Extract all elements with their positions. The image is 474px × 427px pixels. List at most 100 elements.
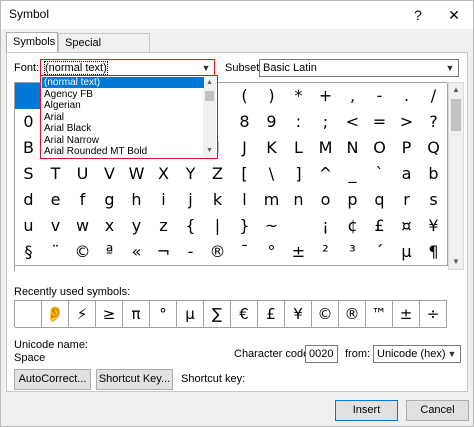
symbol-cell[interactable]: b <box>420 161 448 188</box>
symbol-cell[interactable]: m <box>258 187 286 214</box>
tab-special-characters[interactable]: Special Characters <box>58 33 150 68</box>
symbol-cell[interactable]: ± <box>285 239 313 266</box>
symbol-cell[interactable]: ¶ <box>420 239 448 266</box>
symbol-cell[interactable]: V <box>96 161 124 188</box>
symbol-cell[interactable]: 8 <box>231 109 259 136</box>
symbol-cell[interactable]: ³ <box>339 239 367 266</box>
symbol-cell[interactable]: j <box>177 187 205 214</box>
symbol-cell[interactable]: ª <box>96 239 124 266</box>
symbol-cell[interactable]: O <box>366 135 394 162</box>
scroll-up-icon[interactable]: ▲ <box>449 83 463 97</box>
recent-symbols[interactable]: 👂 ⚡ ≥ π ° µ ∑ € £ ¥ © ® ™ ± ÷ <box>14 300 447 328</box>
symbol-cell[interactable]: _ <box>339 161 367 188</box>
symbol-cell[interactable]: ¢ <box>339 213 367 240</box>
symbol-cell[interactable]: ¯ <box>231 239 259 266</box>
recent-symbol-cell[interactable]: £ <box>258 301 285 328</box>
symbol-cell[interactable]: + <box>312 83 340 110</box>
symbol-cell[interactable]: Z <box>204 161 232 188</box>
recent-symbol-cell[interactable]: ⚡ <box>69 301 96 328</box>
recent-symbol-cell[interactable]: © <box>312 301 339 328</box>
scroll-up-icon[interactable]: ▲ <box>203 77 216 89</box>
font-list-item[interactable]: Algerian <box>42 100 204 111</box>
symbol-cell[interactable]: ´ <box>366 239 394 266</box>
recent-symbol-cell[interactable]: € <box>231 301 258 328</box>
recent-symbol-cell[interactable]: ° <box>150 301 177 328</box>
scroll-down-icon[interactable]: ▼ <box>449 255 463 269</box>
symbol-cell[interactable]: v <box>42 213 70 240</box>
recent-symbol-cell[interactable]: ÷ <box>420 301 447 328</box>
symbol-cell[interactable]: < <box>339 109 367 136</box>
autocorrect-button[interactable]: AutoCorrect... <box>14 369 91 390</box>
help-button[interactable]: ? <box>403 3 433 27</box>
symbol-cell[interactable]: > <box>393 109 421 136</box>
symbol-cell[interactable] <box>15 83 43 110</box>
scroll-thumb[interactable] <box>205 91 214 101</box>
symbol-cell[interactable]: x <box>96 213 124 240</box>
symbol-cell[interactable]: « <box>123 239 151 266</box>
symbol-cell[interactable]: µ <box>393 239 421 266</box>
symbol-cell[interactable]: w <box>69 213 97 240</box>
symbol-cell[interactable]: l <box>231 187 259 214</box>
symbol-cell[interactable]: Q <box>420 135 448 162</box>
symbol-cell[interactable]: ~ <box>258 213 286 240</box>
symbol-cell[interactable]: ] <box>285 161 313 188</box>
symbol-cell[interactable]: d <box>15 187 43 214</box>
recent-symbol-cell[interactable]: ¥ <box>285 301 312 328</box>
symbol-cell[interactable]: ¤ <box>393 213 421 240</box>
symbol-cell[interactable]: ¥ <box>420 213 448 240</box>
symbol-cell[interactable]: n <box>285 187 313 214</box>
symbol-cell[interactable]: ¨ <box>42 239 70 266</box>
recent-symbol-cell[interactable]: ™ <box>366 301 393 328</box>
symbol-cell[interactable]: [ <box>231 161 259 188</box>
insert-button[interactable]: Insert <box>335 400 398 421</box>
symbol-cell[interactable]: ? <box>420 109 448 136</box>
symbol-cell[interactable]: £ <box>366 213 394 240</box>
font-list-item[interactable]: Arial Rounded MT Bold <box>42 146 204 157</box>
symbol-cell[interactable]: - <box>177 239 205 266</box>
symbol-grid-scrollbar[interactable]: ▲ ▼ <box>448 82 464 270</box>
symbol-cell[interactable]: ¬ <box>150 239 178 266</box>
close-button[interactable]: ✕ <box>439 3 469 27</box>
symbol-cell[interactable]: P <box>393 135 421 162</box>
scroll-down-icon[interactable]: ▼ <box>203 145 216 157</box>
symbol-cell[interactable]: | <box>204 213 232 240</box>
symbol-cell[interactable]: 9 <box>258 109 286 136</box>
symbol-cell[interactable]: ® <box>204 239 232 266</box>
symbol-cell[interactable]: z <box>150 213 178 240</box>
symbol-cell[interactable]: , <box>339 83 367 110</box>
symbol-cell[interactable]: { <box>177 213 205 240</box>
symbol-cell[interactable]: / <box>420 83 448 110</box>
symbol-cell[interactable]: y <box>123 213 151 240</box>
recent-symbol-cell[interactable]: ∑ <box>204 301 231 328</box>
symbol-cell[interactable]: s <box>420 187 448 214</box>
symbol-cell[interactable]: T <box>42 161 70 188</box>
font-dropdown-list[interactable]: ▲ ▼ (normal text) Agency FB Algerian Arial A… <box>40 75 218 159</box>
recent-symbol-cell[interactable]: ≥ <box>96 301 123 328</box>
symbol-cell[interactable]: \ <box>258 161 286 188</box>
symbol-cell[interactable]: u <box>15 213 43 240</box>
symbol-cell[interactable]: e <box>42 187 70 214</box>
symbol-cell[interactable]: i <box>150 187 178 214</box>
symbol-cell[interactable]: h <box>123 187 151 214</box>
symbol-cell[interactable]: L <box>285 135 313 162</box>
chevron-down-icon[interactable]: ▼ <box>442 60 458 76</box>
symbol-cell[interactable]: f <box>69 187 97 214</box>
symbol-cell[interactable]: a <box>393 161 421 188</box>
scroll-thumb[interactable] <box>451 99 461 131</box>
recent-symbol-cell[interactable]: µ <box>177 301 204 328</box>
symbol-cell[interactable]: ¡ <box>312 213 340 240</box>
symbol-cell[interactable]: © <box>69 239 97 266</box>
symbol-cell[interactable] <box>285 213 313 240</box>
recent-symbol-cell[interactable]: ± <box>393 301 420 328</box>
symbol-cell[interactable]: ; <box>312 109 340 136</box>
symbol-cell[interactable]: * <box>285 83 313 110</box>
symbol-cell[interactable]: } <box>231 213 259 240</box>
symbol-cell[interactable]: : <box>285 109 313 136</box>
from-select[interactable]: Unicode (hex) ▼ <box>373 345 461 363</box>
symbol-cell[interactable]: - <box>366 83 394 110</box>
recent-symbol-cell[interactable] <box>15 301 42 328</box>
font-list-scrollbar[interactable]: ▲ ▼ <box>203 77 216 157</box>
symbol-cell[interactable]: § <box>15 239 43 266</box>
symbol-cell[interactable]: q <box>366 187 394 214</box>
symbol-cell[interactable]: J <box>231 135 259 162</box>
